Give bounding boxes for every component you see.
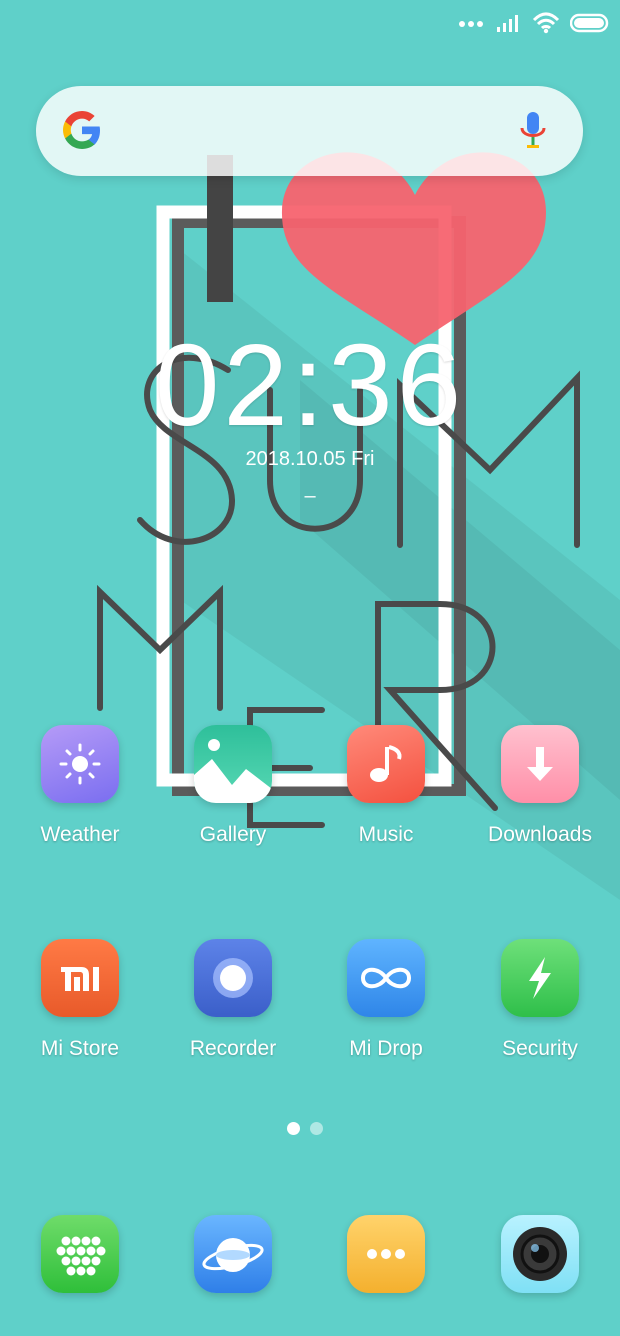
dock-more[interactable] <box>311 1215 461 1293</box>
clock-subtext: – <box>304 485 316 507</box>
wifi-icon <box>532 12 560 34</box>
clock-date: 2018.10.05 Fri <box>245 448 375 470</box>
app-label: Weather <box>40 823 120 846</box>
app-label: Mi Drop <box>349 1037 423 1060</box>
lightning-bolt-icon <box>501 939 579 1017</box>
app-label: Music <box>358 823 414 846</box>
google-logo-icon <box>63 111 100 149</box>
camera-icon <box>501 1215 579 1293</box>
more-icon <box>347 1215 425 1293</box>
weather-icon <box>41 725 119 803</box>
clock-widget[interactable]: 02:36 2018.10.05 Fri – <box>0 318 620 508</box>
app-label: Gallery <box>199 823 267 846</box>
gallery-icon <box>194 725 272 803</box>
app-label: Mi Store <box>40 1037 120 1060</box>
app-mi-store[interactable]: Mi Store <box>5 939 155 1061</box>
clock-time: 02:36 <box>154 320 466 450</box>
page-indicator[interactable] <box>287 1122 323 1135</box>
app-downloads[interactable]: Downloads <box>465 725 615 847</box>
dock-browser[interactable] <box>158 1215 308 1293</box>
page-dot-active[interactable] <box>287 1122 300 1135</box>
download-arrow-icon <box>501 725 579 803</box>
signal-dots-icon <box>459 14 486 32</box>
page-dot[interactable] <box>310 1122 323 1135</box>
google-search-bar[interactable] <box>36 86 583 176</box>
app-weather[interactable]: Weather <box>5 725 155 847</box>
microphone-icon[interactable] <box>519 110 547 152</box>
app-label: Security <box>502 1037 578 1060</box>
app-label: Recorder <box>189 1037 277 1060</box>
apps-grid-icon <box>41 1215 119 1293</box>
record-icon <box>194 939 272 1017</box>
cellular-signal-icon <box>497 15 518 32</box>
dock-app-grid[interactable] <box>5 1215 155 1293</box>
mi-logo-icon <box>41 939 119 1017</box>
status-bar <box>0 0 620 48</box>
infinity-icon <box>347 939 425 1017</box>
heart-shape <box>281 152 546 345</box>
dock-camera[interactable] <box>465 1215 615 1293</box>
app-mi-drop[interactable]: Mi Drop <box>311 939 461 1061</box>
app-recorder[interactable]: Recorder <box>158 939 308 1061</box>
app-music[interactable]: Music <box>311 725 461 847</box>
app-label: Downloads <box>488 823 592 846</box>
wallpaper-art <box>97 152 620 900</box>
battery-icon <box>570 13 609 33</box>
app-security[interactable]: Security <box>465 939 615 1061</box>
music-note-icon <box>347 725 425 803</box>
app-gallery[interactable]: Gallery <box>158 725 308 847</box>
browser-icon <box>194 1215 272 1293</box>
